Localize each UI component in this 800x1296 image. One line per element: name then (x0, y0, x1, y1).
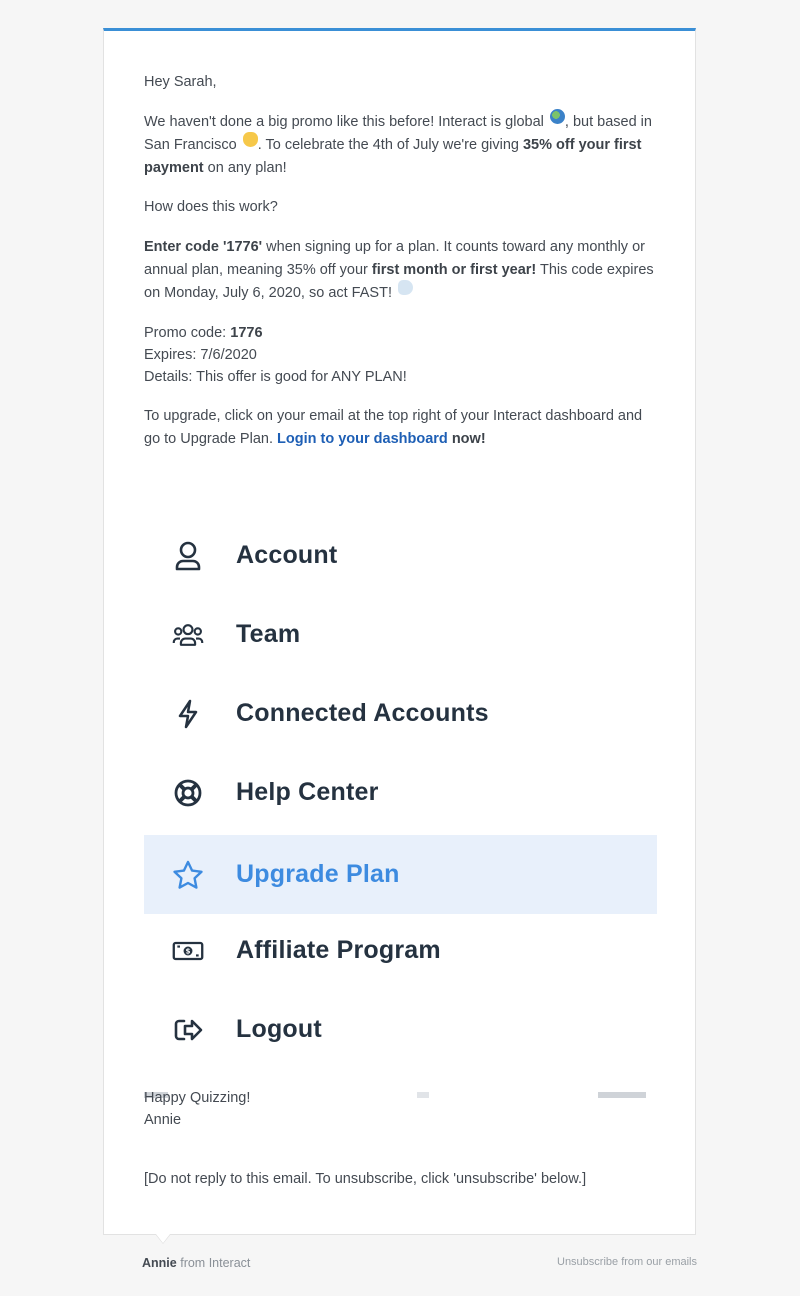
paragraph-instructions: Enter code '1776' when signing up for a … (144, 239, 654, 301)
lifebuoy-icon (172, 777, 204, 809)
globe-icon (549, 109, 565, 124)
yellow-heart-icon (242, 132, 258, 147)
unsubscribe-link[interactable]: Unsubscribe from our emails (557, 1256, 697, 1268)
promo-details: Promo code: 1776 Expires: 7/6/2020 Detai… (144, 322, 407, 388)
svg-text:$: $ (186, 946, 191, 955)
paragraph-question: How does this work? (144, 199, 278, 215)
user-icon (172, 540, 204, 572)
menu-item-help-center[interactable]: Help Center (144, 753, 657, 832)
email-card: Hey Sarah, We haven't done a big promo l… (103, 28, 696, 1235)
bolt-icon (172, 698, 204, 730)
greeting: Hey Sarah, (144, 74, 217, 90)
footer-sender: Annie from Interact (142, 1256, 251, 1270)
signoff: Happy Quizzing! Annie (144, 1087, 250, 1131)
promo-expires: Expires: 7/6/2020 (144, 347, 257, 363)
menu-item-upgrade-plan[interactable]: Upgrade Plan (144, 835, 657, 914)
money-icon: $ (172, 935, 204, 967)
menu-item-connected-accounts[interactable]: Connected Accounts (144, 674, 657, 753)
menu-item-affiliate-program[interactable]: $ Affiliate Program (144, 911, 657, 990)
paragraph-intro: We haven't done a big promo like this be… (144, 109, 656, 180)
account-menu-screenshot: Account Team Connected Accounts Help Cen… (144, 490, 657, 1070)
disclaimer: [Do not reply to this email. To unsubscr… (144, 1171, 587, 1187)
promo-terms: Details: This offer is good for ANY PLAN… (144, 369, 407, 385)
menu-item-account[interactable]: Account (144, 516, 657, 595)
dash-icon (398, 280, 414, 295)
team-icon (172, 619, 204, 651)
paragraph-upgrade: To upgrade, click on your email at the t… (144, 408, 643, 447)
star-icon (172, 859, 204, 891)
menu-item-logout[interactable]: Logout (144, 990, 657, 1069)
dashboard-login-link[interactable]: Login to your dashboard (277, 431, 448, 447)
menu-item-team[interactable]: Team (144, 595, 657, 674)
signature: Annie (144, 1112, 182, 1128)
promo-code: 1776 (230, 325, 263, 341)
logout-icon (172, 1014, 204, 1046)
